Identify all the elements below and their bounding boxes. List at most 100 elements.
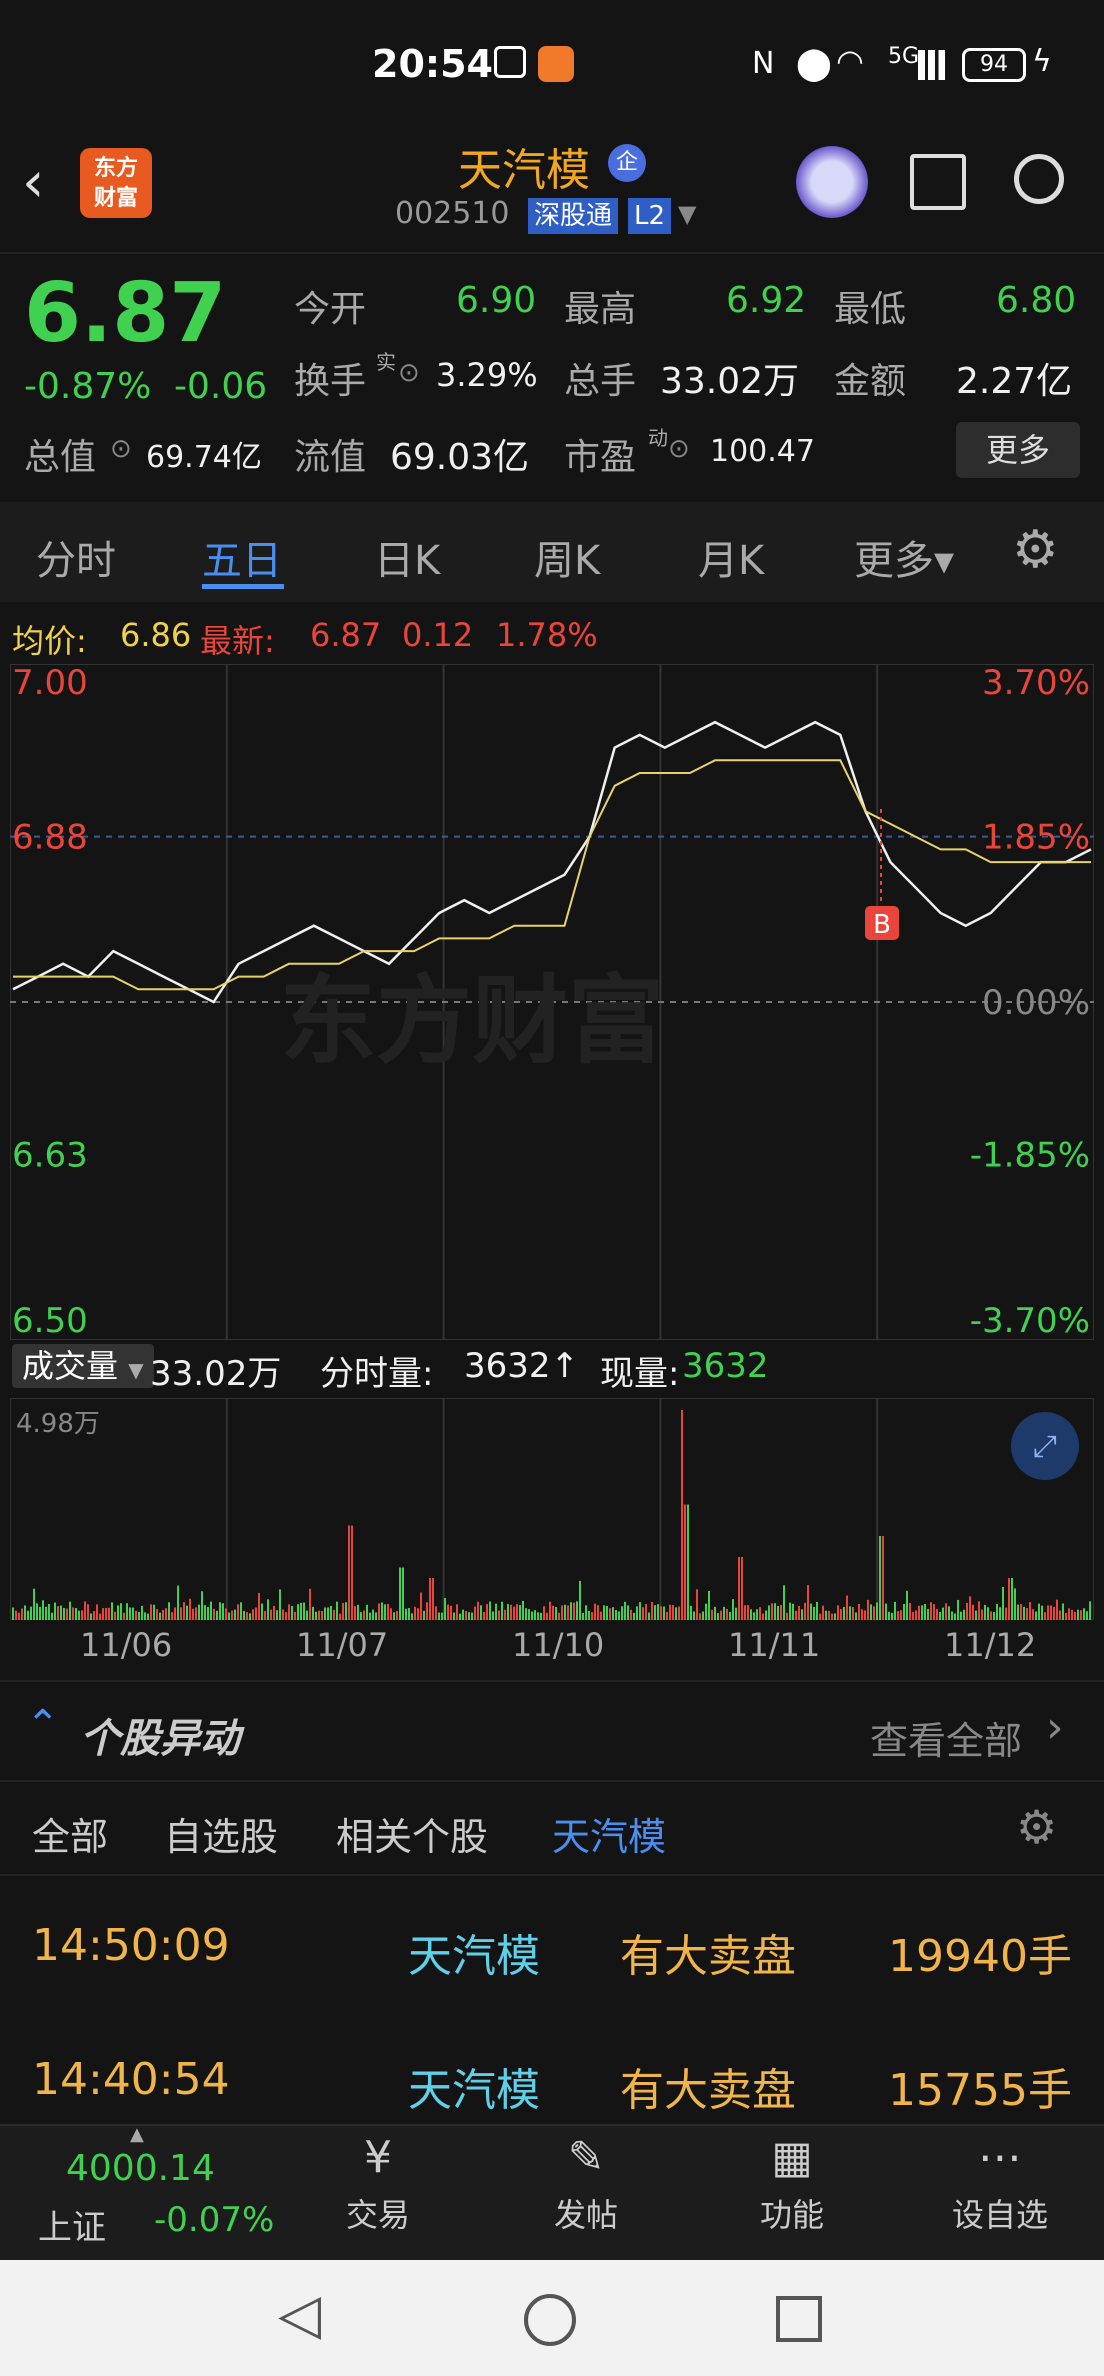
volume-chart[interactable]: 4.98万 ⤢ xyxy=(10,1398,1094,1620)
y-tick-right: 0.00% xyxy=(982,983,1090,1023)
change-amount: -0.06 xyxy=(174,366,268,407)
five-day-price-chart[interactable]: 东方财富 7.00 6.88 6.63 6.50 3.70% 1.85% 0.00% -1.8… xyxy=(10,664,1094,1340)
mktcap-label: 总值 xyxy=(24,437,97,478)
volume-bar xyxy=(486,1604,488,1620)
system-home-icon[interactable] xyxy=(524,2294,576,2346)
volume-bar xyxy=(12,1607,14,1620)
volume-bar xyxy=(801,1609,803,1620)
more-button[interactable]: 更多 xyxy=(956,422,1080,478)
index-ticker[interactable]: ▲ 4000.14 上证 -0.07% xyxy=(0,2124,300,2260)
volume-bar xyxy=(408,1608,410,1620)
volume-bar xyxy=(1056,1599,1058,1620)
volume-bar xyxy=(150,1604,152,1620)
nav-add-watchlist[interactable]: 设自选 xyxy=(930,2190,1070,2236)
chevron-right-icon[interactable]: › xyxy=(1046,1702,1064,1753)
volume-bar xyxy=(60,1605,62,1620)
volume-bar xyxy=(912,1611,914,1620)
volume-bar xyxy=(531,1611,533,1620)
volume-bar xyxy=(342,1603,344,1620)
subtab-current-stock[interactable]: 天汽模 xyxy=(552,1806,666,1861)
pe-info-icon[interactable]: ⊙ xyxy=(668,434,690,464)
volume-bar xyxy=(345,1602,347,1620)
filter-settings-icon[interactable]: ⚙ xyxy=(1016,1800,1057,1854)
volume-bar xyxy=(357,1604,359,1620)
volume-bar xyxy=(972,1604,974,1620)
volume-bar xyxy=(561,1605,563,1620)
alert-row[interactable]: 14:50:09 天汽模 有大卖盘 19940手 xyxy=(0,1880,1104,2014)
volume-bar xyxy=(678,1606,680,1620)
system-recents-icon[interactable] xyxy=(776,2296,822,2342)
trade-yuan-icon[interactable]: ¥ xyxy=(308,2132,448,2183)
add-watchlist-icon[interactable]: ⋯ xyxy=(930,2132,1070,2183)
volume-bar xyxy=(459,1613,461,1620)
nav-functions[interactable]: 功能 xyxy=(722,2190,862,2236)
y-tick-left: 6.63 xyxy=(12,1136,88,1176)
stock-alerts-header[interactable]: ⌃ 个股异动 查看全部 › xyxy=(0,1680,1104,1780)
volume-bar xyxy=(543,1606,545,1620)
volume-bar xyxy=(489,1601,491,1620)
volume-bar xyxy=(1053,1606,1055,1620)
tab-five-day[interactable]: 五日 xyxy=(202,528,282,586)
volume-bar xyxy=(537,1612,539,1620)
volume-bar xyxy=(402,1567,404,1620)
volume-bar xyxy=(381,1602,383,1620)
volume-bar xyxy=(1047,1605,1049,1620)
volume-bar xyxy=(930,1602,932,1620)
volume-bar xyxy=(24,1605,26,1620)
nav-post[interactable]: 发帖 xyxy=(516,2190,656,2236)
tab-more[interactable]: 更多▾ xyxy=(854,528,954,586)
volume-bar xyxy=(729,1611,731,1620)
post-edit-icon[interactable]: ✎ xyxy=(516,2132,656,2183)
share-icon[interactable] xyxy=(910,154,966,210)
eastmoney-logo[interactable]: 东方 财富 xyxy=(80,148,152,218)
volume-bar xyxy=(1029,1602,1031,1620)
volume-bar xyxy=(765,1610,767,1620)
network-type: 5G xyxy=(888,44,920,69)
tab-daily-k[interactable]: 日K xyxy=(374,528,440,586)
volume-bar xyxy=(339,1613,341,1620)
y-tick-right: 1.85% xyxy=(982,818,1090,858)
volume-bar xyxy=(672,1604,674,1620)
volume-bar xyxy=(84,1601,86,1620)
volume-bar xyxy=(942,1607,944,1620)
subtab-related[interactable]: 相关个股 xyxy=(336,1806,488,1861)
turnover-info-icon[interactable]: ⊙ xyxy=(398,358,420,388)
volume-bar xyxy=(87,1604,89,1620)
tab-intraday[interactable]: 分时 xyxy=(36,528,116,586)
volume-bar xyxy=(153,1604,155,1620)
volume-bar xyxy=(780,1604,782,1620)
volume-bar xyxy=(273,1605,275,1620)
nav-trade[interactable]: 交易 xyxy=(308,2190,448,2236)
volume-bar xyxy=(336,1601,338,1620)
stock-name[interactable]: 天汽模 xyxy=(458,134,590,198)
volume-bar xyxy=(507,1604,509,1620)
subtab-watchlist[interactable]: 自选股 xyxy=(164,1806,278,1861)
volume-bar xyxy=(915,1610,917,1620)
volume-bar xyxy=(513,1606,515,1620)
settings-gear-icon[interactable]: ⚙ xyxy=(1012,520,1059,580)
volume-bar xyxy=(762,1613,764,1620)
wifi-icon: ◠ xyxy=(836,42,864,80)
info-icon[interactable]: ⊙ xyxy=(110,434,132,464)
back-icon[interactable]: ‹ xyxy=(22,150,44,215)
y-tick-left: 6.50 xyxy=(12,1301,88,1340)
volume-bar xyxy=(600,1611,602,1620)
system-back-icon[interactable]: ◁ xyxy=(278,2282,321,2347)
collapse-chevron-icon[interactable]: ⌃ xyxy=(26,1702,60,1748)
functions-grid-icon[interactable]: ▦ xyxy=(722,2132,862,2183)
volume-bar xyxy=(378,1603,380,1620)
volume-bar xyxy=(108,1607,110,1620)
volume-selector[interactable]: 成交量 ▼ xyxy=(12,1344,154,1388)
volume-bar xyxy=(900,1610,902,1620)
volume-bar xyxy=(15,1610,17,1620)
view-all-link[interactable]: 查看全部 xyxy=(870,1710,1022,1765)
tab-weekly-k[interactable]: 周K xyxy=(534,528,600,586)
dropdown-icon[interactable]: ▼ xyxy=(678,200,696,228)
volume-bar xyxy=(789,1602,791,1620)
volume-bar xyxy=(42,1600,44,1620)
robot-assistant-icon[interactable] xyxy=(796,146,868,218)
tab-monthly-k[interactable]: 月K xyxy=(698,528,764,586)
subtab-all[interactable]: 全部 xyxy=(32,1806,108,1861)
search-icon[interactable] xyxy=(1014,154,1064,204)
volume-bar xyxy=(1038,1603,1040,1620)
